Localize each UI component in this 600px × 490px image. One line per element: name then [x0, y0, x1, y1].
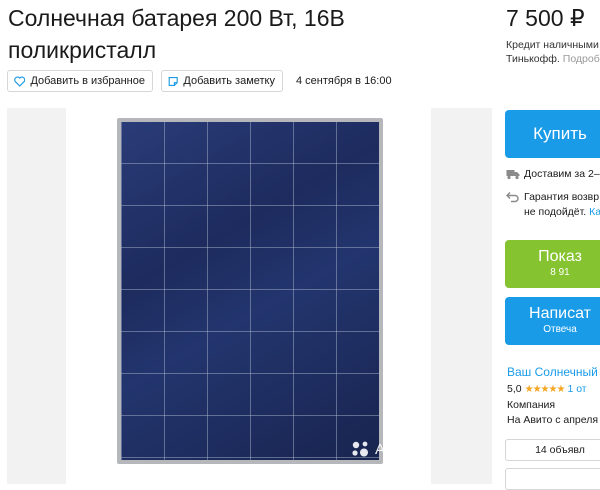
delivery-text: Доставим за 2– — [524, 168, 600, 180]
price: 7 500 ₽ — [506, 5, 585, 31]
add-favorite-label: Добавить в избранное — [30, 75, 145, 87]
truck-icon — [506, 170, 520, 180]
rating-value: 5,0 — [507, 383, 522, 395]
add-note-label: Добавить заметку — [183, 75, 275, 87]
add-note-button[interactable]: Добавить заметку — [161, 70, 283, 92]
guarantee-text: Гарантия возвр — [524, 191, 600, 203]
rating-stars-icon: ★★★★★ — [524, 383, 566, 395]
listing-title: Солнечная батарея 200 Вт, 16В поликриста… — [8, 5, 345, 63]
publish-date: 4 сентября в 16:00 — [296, 75, 392, 87]
solar-panel-image — [121, 122, 379, 460]
watermark-text: Avito — [375, 440, 411, 458]
phone-partial: 8 91 — [550, 267, 570, 278]
seller-type: Компания — [507, 399, 556, 411]
seller-since: На Авито с апреля — [507, 414, 599, 426]
seller-name-link[interactable]: Ваш Солнечный — [507, 365, 598, 379]
return-arrow-icon — [506, 191, 519, 203]
credit-line: Кредит наличными — [506, 39, 599, 51]
write-message-button[interactable]: Написат Отвеча — [505, 297, 600, 345]
guarantee-link[interactable]: Ка — [589, 206, 600, 218]
show-phone-button[interactable]: Показ 8 91 — [505, 240, 600, 288]
credit-bank: Тинькофф. — [506, 53, 560, 65]
seller-rating: 5,0 ★★★★★ 1 от — [507, 383, 587, 395]
add-favorite-button[interactable]: Добавить в избранное — [7, 70, 153, 92]
credit-info: Кредит наличными Тинькофф. Подроб — [506, 38, 600, 66]
show-phone-label: Показ — [538, 248, 582, 265]
buy-button[interactable]: Купить — [505, 110, 600, 158]
heart-icon — [14, 76, 26, 87]
guarantee-text-2: не подойдёт. — [524, 206, 587, 218]
avito-logo-icon — [352, 441, 368, 457]
avito-watermark: Avito — [350, 440, 411, 458]
reviews-link[interactable]: 1 от — [567, 383, 586, 395]
seller-secondary-button[interactable] — [505, 468, 600, 490]
note-icon — [168, 76, 178, 86]
credit-details-link[interactable]: Подроб — [563, 53, 600, 65]
write-sub: Отвеча — [543, 324, 577, 335]
write-label: Написат — [529, 305, 591, 322]
seller-ads-button[interactable]: 14 объявл — [505, 439, 600, 461]
